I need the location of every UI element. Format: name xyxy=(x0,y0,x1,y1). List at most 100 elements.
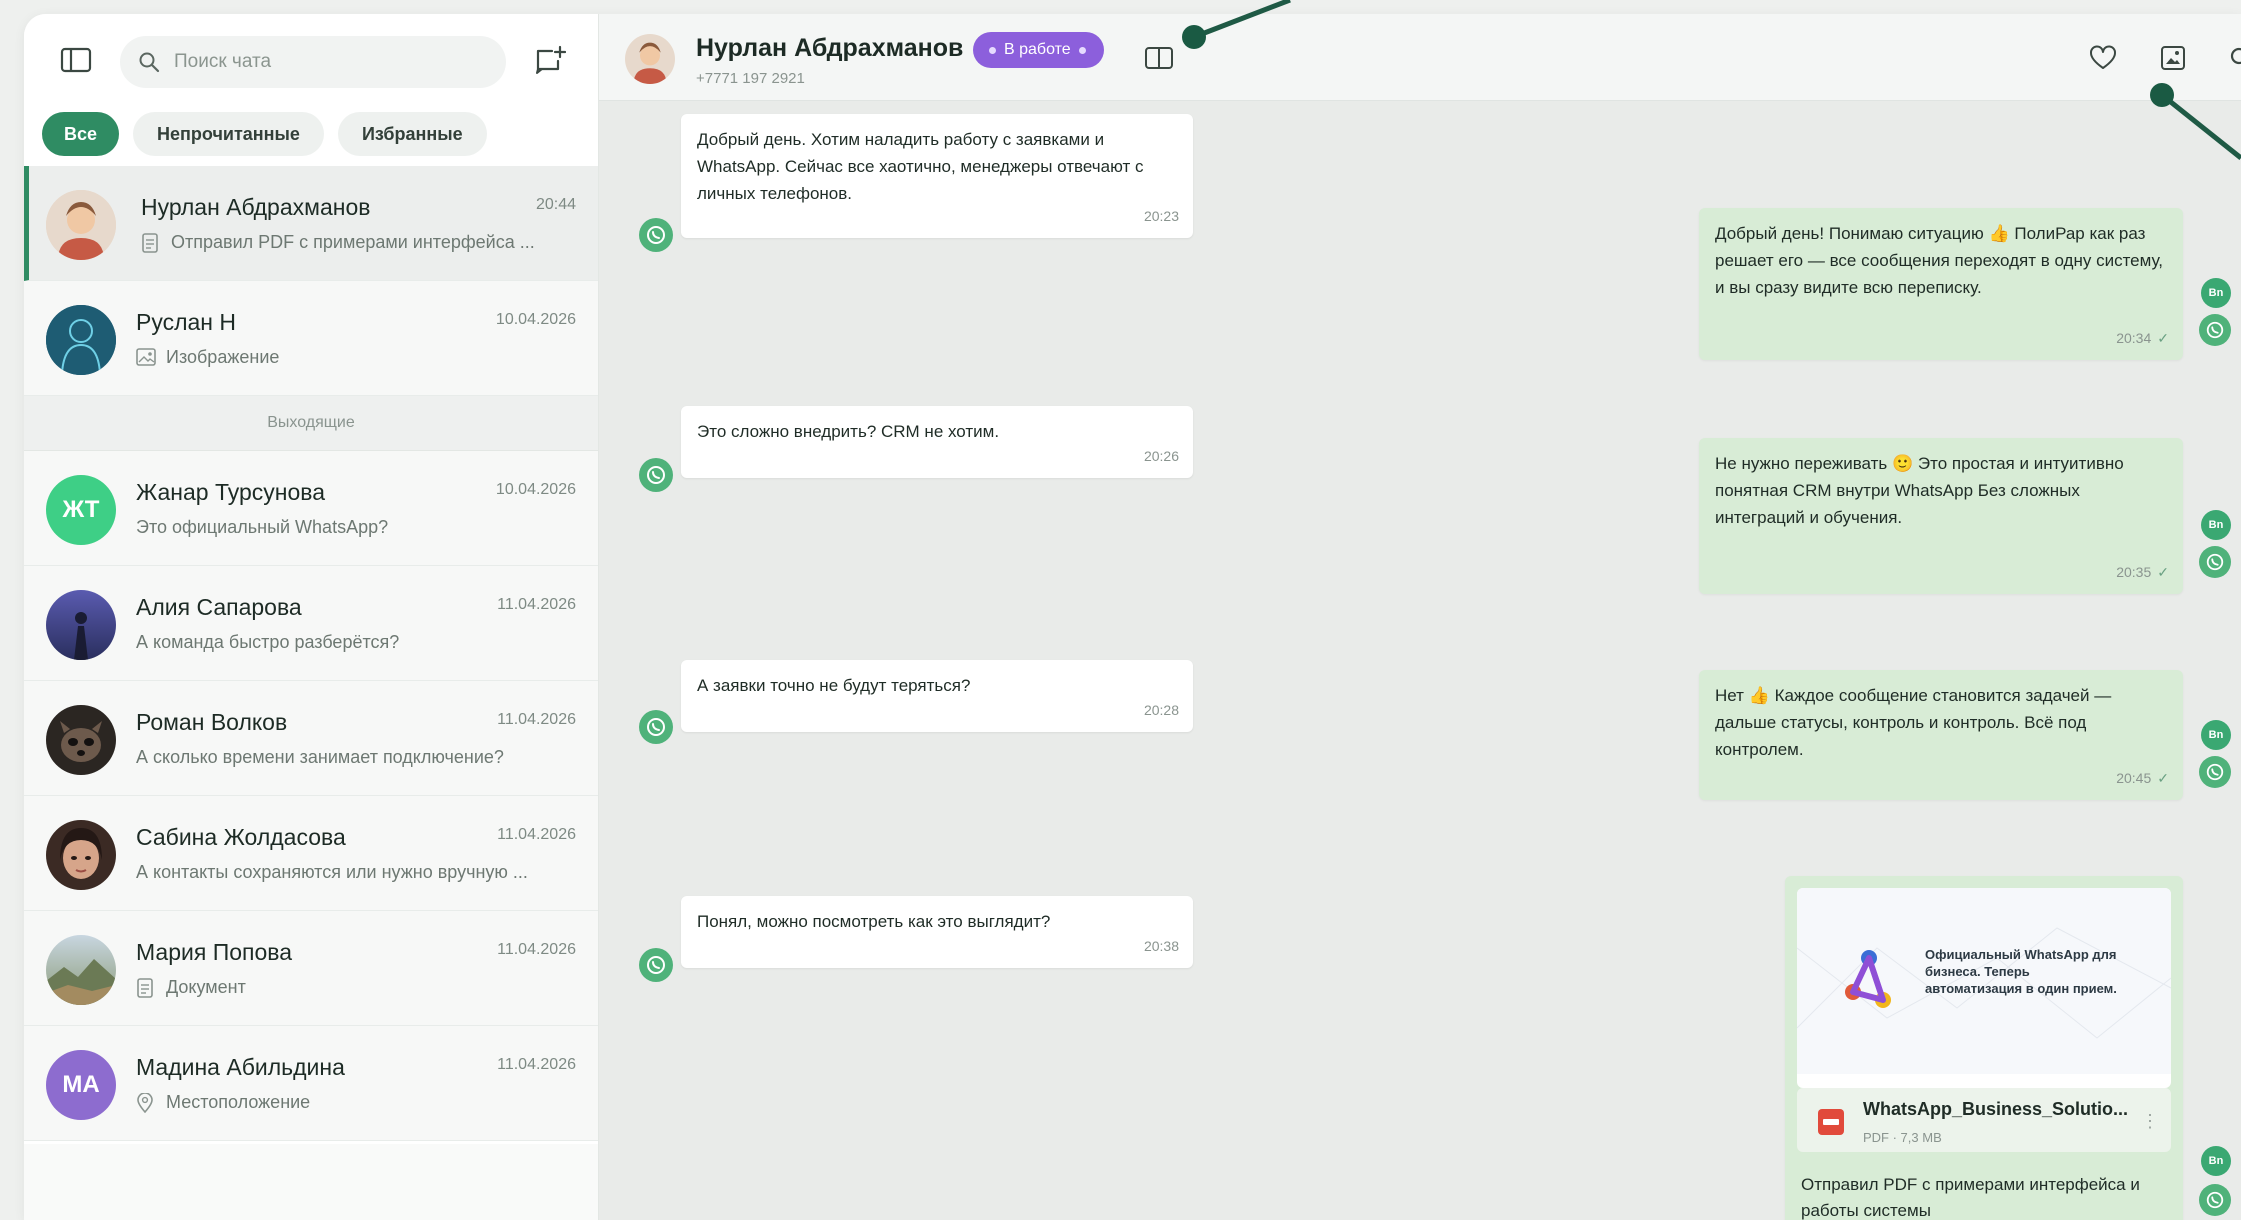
favorite-button[interactable] xyxy=(2081,36,2125,80)
chat-preview: Отправил PDF с примерами интерфейса ... xyxy=(141,232,581,253)
chat-item-madina[interactable]: МА Мадина Абильдина 11.04.2026 Местополо… xyxy=(24,1026,598,1141)
avatar xyxy=(46,190,116,260)
chat-preview: А сколько времени занимает подключение? xyxy=(136,747,576,768)
document-preview-image: Официальный WhatsApp для бизнеса. Теперь… xyxy=(1797,888,2171,1074)
chat-header: Нурлан Абдрахманов +7771 197 2921 В рабо… xyxy=(599,14,2241,101)
avatar xyxy=(46,705,116,775)
message-incoming[interactable]: А заявки точно не будут теряться? 20:28 xyxy=(681,660,1193,732)
message-time: 20:35 ✓ xyxy=(2116,564,2169,580)
chat-item-mariya[interactable]: Мария Попова 11.04.2026 Документ xyxy=(24,911,598,1026)
chat-name: Сабина Жолдасова xyxy=(136,824,346,850)
chat-item-nurlan[interactable]: Нурлан Абдрахманов 20:44 Отправил PDF с … xyxy=(24,166,598,281)
document-icon xyxy=(136,977,156,998)
message-incoming[interactable]: Понял, можно посмотреть как это выглядит… xyxy=(681,896,1193,968)
chat-preview-text: А сколько времени занимает подключение? xyxy=(136,747,504,767)
message-outgoing[interactable]: Не нужно переживать 🙂 Это простая и инту… xyxy=(1699,438,2183,594)
message-text: Нет 👍 Каждое сообщение становится задаче… xyxy=(1715,686,2112,759)
message-time: 20:28 xyxy=(1143,702,1179,718)
chat-preview: А контакты сохраняются или нужно вручную… xyxy=(136,862,576,883)
chat-preview: Это официальный WhatsApp? xyxy=(136,517,576,538)
document-caption: Отправил PDF с примерами интерфейса и ра… xyxy=(1801,1175,2140,1220)
chat-name: Нурлан Абдрахманов xyxy=(141,194,371,220)
new-chat-button[interactable] xyxy=(528,38,572,82)
sidebar-footer xyxy=(24,1144,598,1220)
chat-name: Мария Попова xyxy=(136,939,293,965)
location-icon xyxy=(136,1092,156,1113)
document-file[interactable]: WhatsApp_Business_Solutio... PDF · 7,3 M… xyxy=(1797,1088,2171,1152)
message-area: Добрый день. Хотим наладить работу с зая… xyxy=(599,100,2241,1220)
pdf-icon xyxy=(1818,1109,1844,1135)
check-icon: ✓ xyxy=(2157,770,2169,786)
message-time: 20:45 ✓ xyxy=(2116,770,2169,786)
message-outgoing[interactable]: Нет 👍 Каждое сообщение становится задаче… xyxy=(1699,670,2183,800)
message-time: 20:26 xyxy=(1143,448,1179,464)
chat-preview-text: Отправил PDF с примерами интерфейса ... xyxy=(171,232,535,252)
image-icon xyxy=(136,347,156,368)
contact-avatar[interactable] xyxy=(625,34,675,84)
chat-list: Нурлан Абдрахманов 20:44 Отправил PDF с … xyxy=(24,166,598,1141)
whatsapp-icon xyxy=(639,948,673,982)
chat-name: Руслан Н xyxy=(136,309,236,335)
chat-time: 11.04.2026 xyxy=(497,1056,576,1073)
chat-name: Мадина Абильдина xyxy=(136,1054,345,1080)
chat-preview-text: А контакты сохраняются или нужно вручную… xyxy=(136,862,528,882)
search-icon xyxy=(2230,47,2241,65)
message-text: Понял, можно посмотреть как это выглядит… xyxy=(697,912,1051,931)
filter-favorites[interactable]: Избранные xyxy=(337,112,487,156)
status-label: В работе xyxy=(1004,41,1071,58)
chat-item-aliya[interactable]: Алия Сапарова 11.04.2026 А команда быстр… xyxy=(24,566,598,681)
document-preview[interactable]: Официальный WhatsApp для бизнеса. Теперь… xyxy=(1797,888,2171,1088)
chat-name: Роман Волков xyxy=(136,709,288,735)
avatar: МА xyxy=(46,1050,116,1120)
filter-unread[interactable]: Непрочитанные xyxy=(133,112,324,156)
chat-item-ruslan[interactable]: Руслан Н 10.04.2026 Изображение xyxy=(24,281,598,396)
search-box xyxy=(120,36,506,88)
chat-item-sabina[interactable]: Сабина Жолдасова 11.04.2026 А контакты с… xyxy=(24,796,598,911)
message-outgoing[interactable]: Добрый день! Понимаю ситуацию 👍 ПолиРар … xyxy=(1699,208,2183,360)
panel-toggle-button[interactable] xyxy=(1137,36,1181,80)
chat-preview-text: Местоположение xyxy=(166,1092,311,1112)
filter-all[interactable]: Все xyxy=(42,112,120,156)
avatar xyxy=(46,590,116,660)
sidebar: Все Непрочитанные Избранные Нурлан Абдра… xyxy=(24,14,599,1220)
compose-icon xyxy=(536,45,566,74)
chat-time: 10.04.2026 xyxy=(495,481,576,498)
whatsapp-icon xyxy=(2199,546,2231,578)
agent-badge: Bn xyxy=(2201,278,2231,308)
whatsapp-icon xyxy=(2199,314,2231,346)
whatsapp-icon xyxy=(2199,1184,2231,1216)
search-input[interactable] xyxy=(172,50,496,74)
chat-time: 11.04.2026 xyxy=(497,711,576,728)
document-preview-title: Официальный WhatsApp для бизнеса. Теперь… xyxy=(1925,947,2117,996)
chat-time: 11.04.2026 xyxy=(497,596,576,613)
document-icon xyxy=(141,232,161,253)
chat-name: Алия Сапарова xyxy=(136,594,302,620)
media-button[interactable] xyxy=(2151,36,2195,80)
message-outgoing-document[interactable]: Официальный WhatsApp для бизнеса. Теперь… xyxy=(1785,876,2183,1220)
agent-badge: Bn xyxy=(2201,1146,2231,1176)
chat-search-button[interactable] xyxy=(2219,36,2241,80)
chat-preview: А команда быстро разберётся? xyxy=(136,632,576,653)
sidebar-icon xyxy=(60,47,92,73)
avatar xyxy=(46,820,116,890)
status-badge[interactable]: В работе xyxy=(973,32,1104,68)
agent-badge: Bn xyxy=(2201,720,2231,750)
contact-name[interactable]: Нурлан Абдрахманов xyxy=(696,34,963,63)
message-text: Добрый день! Понимаю ситуацию 👍 ПолиРар … xyxy=(1715,224,2164,297)
message-incoming[interactable]: Добрый день. Хотим наладить работу с зая… xyxy=(681,114,1193,238)
sidebar-toggle-button[interactable] xyxy=(54,38,98,82)
agent-badge: Bn xyxy=(2201,510,2231,540)
chat-time: 11.04.2026 xyxy=(497,826,576,843)
check-icon: ✓ xyxy=(2157,564,2169,580)
message-time: 20:38 xyxy=(1143,938,1179,954)
more-vertical-icon[interactable]: ⋮ xyxy=(2141,1108,2159,1135)
status-dot-icon xyxy=(1078,46,1086,54)
document-file-meta: PDF · 7,3 MB xyxy=(1863,1130,1942,1145)
chat-item-roman[interactable]: Роман Волков 11.04.2026 А сколько времен… xyxy=(24,681,598,796)
avatar xyxy=(46,305,116,375)
avatar: ЖТ xyxy=(46,475,116,545)
chat-item-zhanar[interactable]: ЖТ Жанар Турсунова 10.04.2026 Это официа… xyxy=(24,451,598,566)
whatsapp-icon xyxy=(639,710,673,744)
message-incoming[interactable]: Это сложно внедрить? CRM не хотим. 20:26 xyxy=(681,406,1193,478)
chat-time: 10.04.2026 xyxy=(495,311,576,328)
